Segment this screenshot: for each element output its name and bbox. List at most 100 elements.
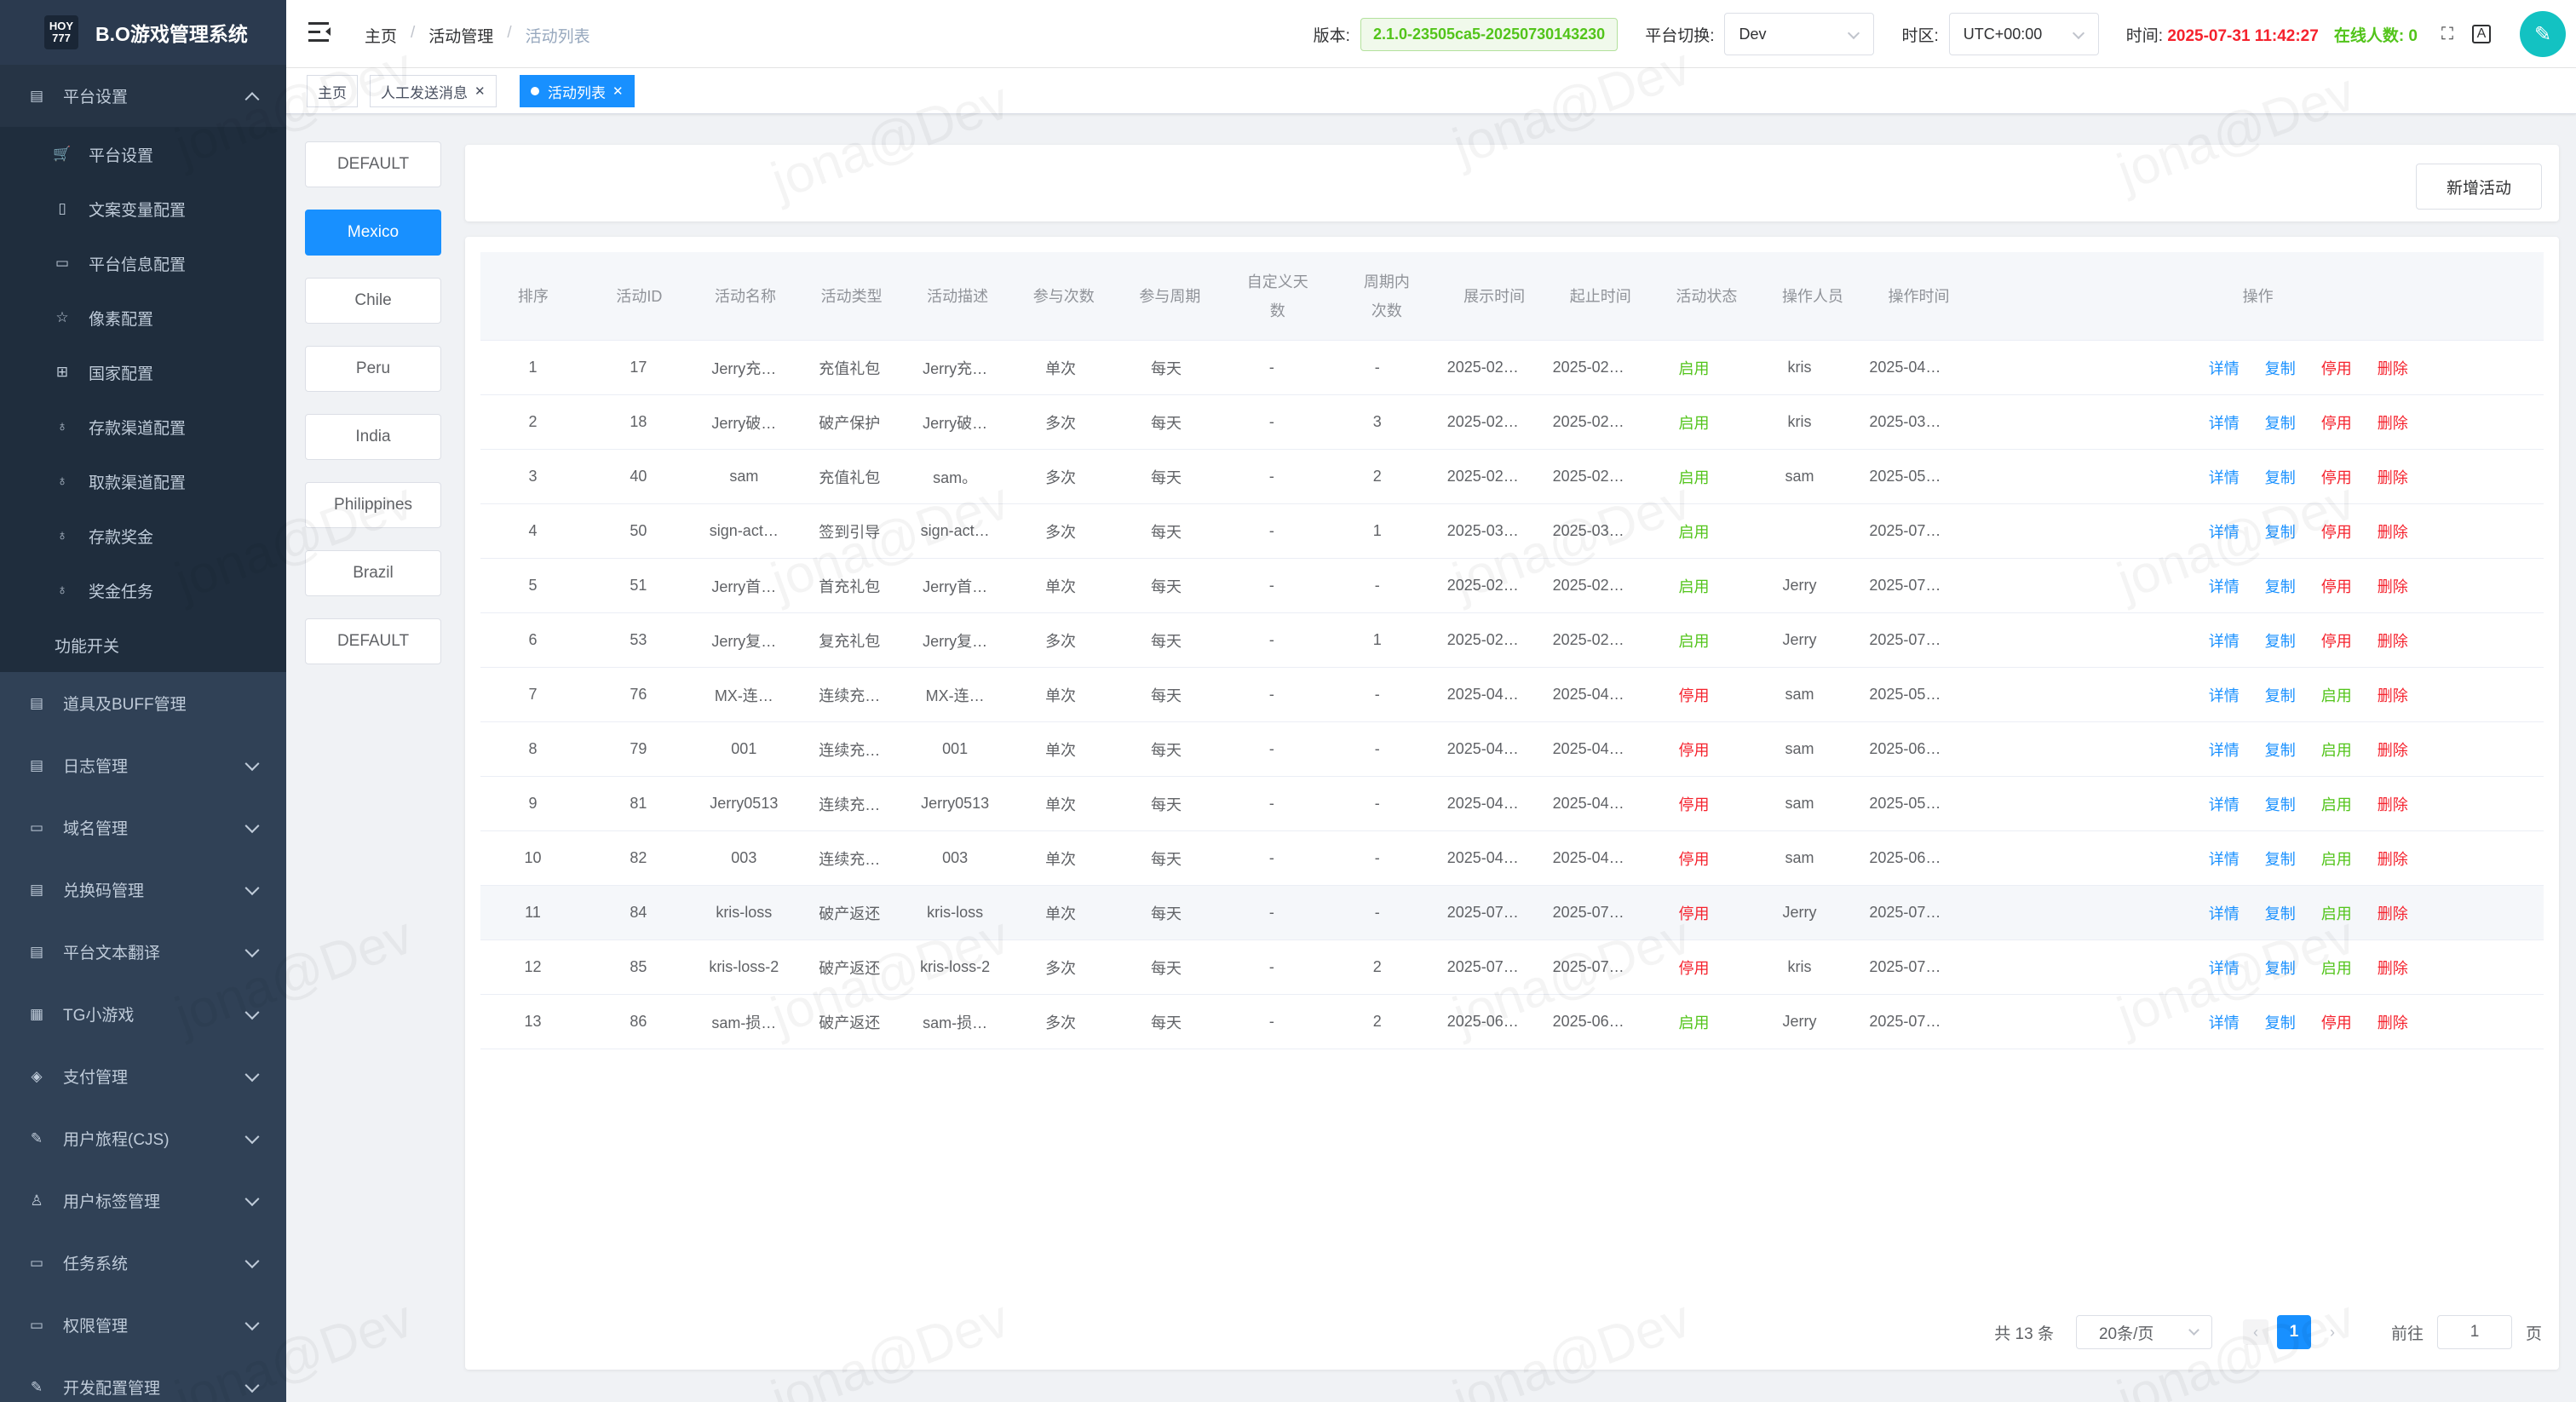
disable-button[interactable]: 停用 <box>2321 357 2352 379</box>
page-number-current[interactable]: 1 <box>2276 1315 2311 1349</box>
logo-area[interactable]: HOY 777 B.O游戏管理系统 <box>0 0 286 65</box>
table-row[interactable]: 1 17 Jerry充… 充值礼包 Jerry充… 单次 每天 - - 2025-02… 2025-… <box>480 341 2544 395</box>
copy-button[interactable]: 复制 <box>2265 629 2296 652</box>
sidebar-item-14[interactable]: ▤ 兑换码管理 <box>0 859 286 921</box>
breadcrumb-home[interactable]: 主页 <box>365 24 397 47</box>
sidebar-item-20[interactable]: ▭ 任务系统 <box>0 1232 286 1294</box>
sidebar-item-17[interactable]: ◈ 支付管理 <box>0 1045 286 1107</box>
table-row[interactable]: 9 81 Jerry0513 连续充… Jerry0513 单次 每天 - - 2025-04… 2… <box>480 777 2544 831</box>
detail-button[interactable]: 详情 <box>2209 466 2240 488</box>
delete-button[interactable]: 删除 <box>2378 957 2408 979</box>
language-icon[interactable]: A <box>2472 25 2491 43</box>
page-size-select[interactable]: 20条/页 <box>2075 1315 2212 1349</box>
timezone-select[interactable]: UTC+00:00 <box>1948 13 2099 55</box>
delete-button[interactable]: 删除 <box>2378 738 2408 761</box>
sidebar-item-0[interactable]: ▤ 平台设置 <box>0 65 286 127</box>
detail-button[interactable]: 详情 <box>2209 793 2240 815</box>
detail-button[interactable]: 详情 <box>2209 684 2240 706</box>
platform-button-2[interactable]: Chile <box>305 278 441 324</box>
prev-page-icon[interactable]: ‹ <box>2242 1319 2268 1345</box>
tag-manual-message[interactable]: 人工发送消息 ✕ <box>370 75 497 107</box>
detail-button[interactable]: 详情 <box>2209 357 2240 379</box>
table-row[interactable]: 13 86 sam-损… 破产返还 sam-损… 多次 每天 - 2 2025-06… 2025-0… <box>480 995 2544 1049</box>
sidebar-item-10[interactable]: 功能开关 <box>0 618 286 672</box>
platform-button-0[interactable]: DEFAULT <box>305 141 441 187</box>
sidebar-item-16[interactable]: ▦ TG小游戏 <box>0 983 286 1045</box>
close-icon[interactable]: ✕ <box>612 83 624 99</box>
sidebar-item-8[interactable]: ♁ 存款奖金 <box>0 509 286 563</box>
breadcrumb-activity-management[interactable]: 活动管理 <box>428 24 493 47</box>
enable-button[interactable]: 启用 <box>2321 848 2352 870</box>
copy-button[interactable]: 复制 <box>2265 684 2296 706</box>
platform-button-1[interactable]: Mexico <box>305 210 441 256</box>
copy-button[interactable]: 复制 <box>2265 411 2296 434</box>
detail-button[interactable]: 详情 <box>2209 629 2240 652</box>
delete-button[interactable]: 删除 <box>2378 793 2408 815</box>
table-row[interactable]: 12 85 kris-loss-2 破产返还 kris-loss-2 多次 每天 - 2 2025… <box>480 940 2544 995</box>
tag-home[interactable]: 主页 <box>307 75 358 107</box>
sidebar-item-7[interactable]: ♁ 取款渠道配置 <box>0 454 286 509</box>
copy-button[interactable]: 复制 <box>2265 466 2296 488</box>
table-row[interactable]: 8 79 001 连续充… 001 单次 每天 - - 2025-04… 2025-04… 停用 sam… <box>480 722 2544 777</box>
platform-button-7[interactable]: DEFAULT <box>305 618 441 664</box>
sidebar-item-6[interactable]: ♁ 存款渠道配置 <box>0 399 286 454</box>
delete-button[interactable]: 删除 <box>2378 684 2408 706</box>
enable-button[interactable]: 启用 <box>2321 957 2352 979</box>
disable-button[interactable]: 停用 <box>2321 466 2352 488</box>
detail-button[interactable]: 详情 <box>2209 520 2240 543</box>
table-row[interactable]: 10 82 003 连续充… 003 单次 每天 - - 2025-04… 2025-04… 停用 sa… <box>480 831 2544 886</box>
platform-button-6[interactable]: Brazil <box>305 550 441 596</box>
hamburger-icon[interactable] <box>308 22 332 43</box>
platform-button-5[interactable]: Philippines <box>305 482 441 528</box>
copy-button[interactable]: 复制 <box>2265 902 2296 924</box>
disable-button[interactable]: 停用 <box>2321 575 2352 597</box>
delete-button[interactable]: 删除 <box>2378 1011 2408 1033</box>
detail-button[interactable]: 详情 <box>2209 411 2240 434</box>
close-icon[interactable]: ✕ <box>474 83 486 99</box>
copy-button[interactable]: 复制 <box>2265 1011 2296 1033</box>
delete-button[interactable]: 删除 <box>2378 466 2408 488</box>
copy-button[interactable]: 复制 <box>2265 520 2296 543</box>
delete-button[interactable]: 删除 <box>2378 575 2408 597</box>
platform-select[interactable]: Dev <box>1724 13 1875 55</box>
table-row[interactable]: 4 50 sign-act… 签到引导 sign-act… 多次 每天 - 1 2025-03… 2… <box>480 504 2544 559</box>
delete-button[interactable]: 删除 <box>2378 902 2408 924</box>
copy-button[interactable]: 复制 <box>2265 738 2296 761</box>
table-row[interactable]: 3 40 sam 充值礼包 sam。 多次 每天 - 2 2025-02… 2025-02… 启用 sa… <box>480 450 2544 504</box>
enable-button[interactable]: 启用 <box>2321 902 2352 924</box>
table-row[interactable]: 5 51 Jerry首… 首充礼包 Jerry首… 单次 每天 - - 2025-02… 2025-… <box>480 559 2544 613</box>
sidebar-item-9[interactable]: ♁ 奖金任务 <box>0 563 286 618</box>
detail-button[interactable]: 详情 <box>2209 575 2240 597</box>
add-activity-button[interactable]: 新增活动 <box>2416 164 2542 210</box>
disable-button[interactable]: 停用 <box>2321 629 2352 652</box>
avatar[interactable]: ✎ <box>2520 11 2566 57</box>
detail-button[interactable]: 详情 <box>2209 957 2240 979</box>
table-row[interactable]: 2 18 Jerry破… 破产保护 Jerry破… 多次 每天 - 3 2025-02… 2025-… <box>480 395 2544 450</box>
sidebar-item-15[interactable]: ▤ 平台文本翻译 <box>0 921 286 983</box>
copy-button[interactable]: 复制 <box>2265 575 2296 597</box>
copy-button[interactable]: 复制 <box>2265 957 2296 979</box>
sidebar-item-2[interactable]: ▯ 文案变量配置 <box>0 181 286 236</box>
copy-button[interactable]: 复制 <box>2265 793 2296 815</box>
disable-button[interactable]: 停用 <box>2321 1011 2352 1033</box>
platform-button-3[interactable]: Peru <box>305 346 441 392</box>
sidebar-item-21[interactable]: ▭ 权限管理 <box>0 1294 286 1356</box>
sidebar-item-1[interactable]: 🛒 平台设置 <box>0 127 286 181</box>
fullscreen-icon[interactable]: ⛶ <box>2435 21 2460 47</box>
sidebar-item-11[interactable]: ▤ 道具及BUFF管理 <box>0 672 286 734</box>
copy-button[interactable]: 复制 <box>2265 357 2296 379</box>
table-row[interactable]: 7 76 MX-连… 连续充… MX-连… 单次 每天 - - 2025-04… 2025-04… 停… <box>480 668 2544 722</box>
sidebar-item-18[interactable]: ✎ 用户旅程(CJS) <box>0 1107 286 1169</box>
enable-button[interactable]: 启用 <box>2321 684 2352 706</box>
tag-activity-list[interactable]: 活动列表 ✕ <box>520 75 635 107</box>
disable-button[interactable]: 停用 <box>2321 520 2352 543</box>
goto-page-input[interactable]: 1 <box>2436 1315 2512 1349</box>
platform-button-4[interactable]: India <box>305 414 441 460</box>
delete-button[interactable]: 删除 <box>2378 629 2408 652</box>
sidebar-item-4[interactable]: ☆ 像素配置 <box>0 290 286 345</box>
delete-button[interactable]: 删除 <box>2378 411 2408 434</box>
detail-button[interactable]: 详情 <box>2209 1011 2240 1033</box>
delete-button[interactable]: 删除 <box>2378 520 2408 543</box>
sidebar-item-3[interactable]: ▭ 平台信息配置 <box>0 236 286 290</box>
sidebar-item-12[interactable]: ▤ 日志管理 <box>0 734 286 796</box>
